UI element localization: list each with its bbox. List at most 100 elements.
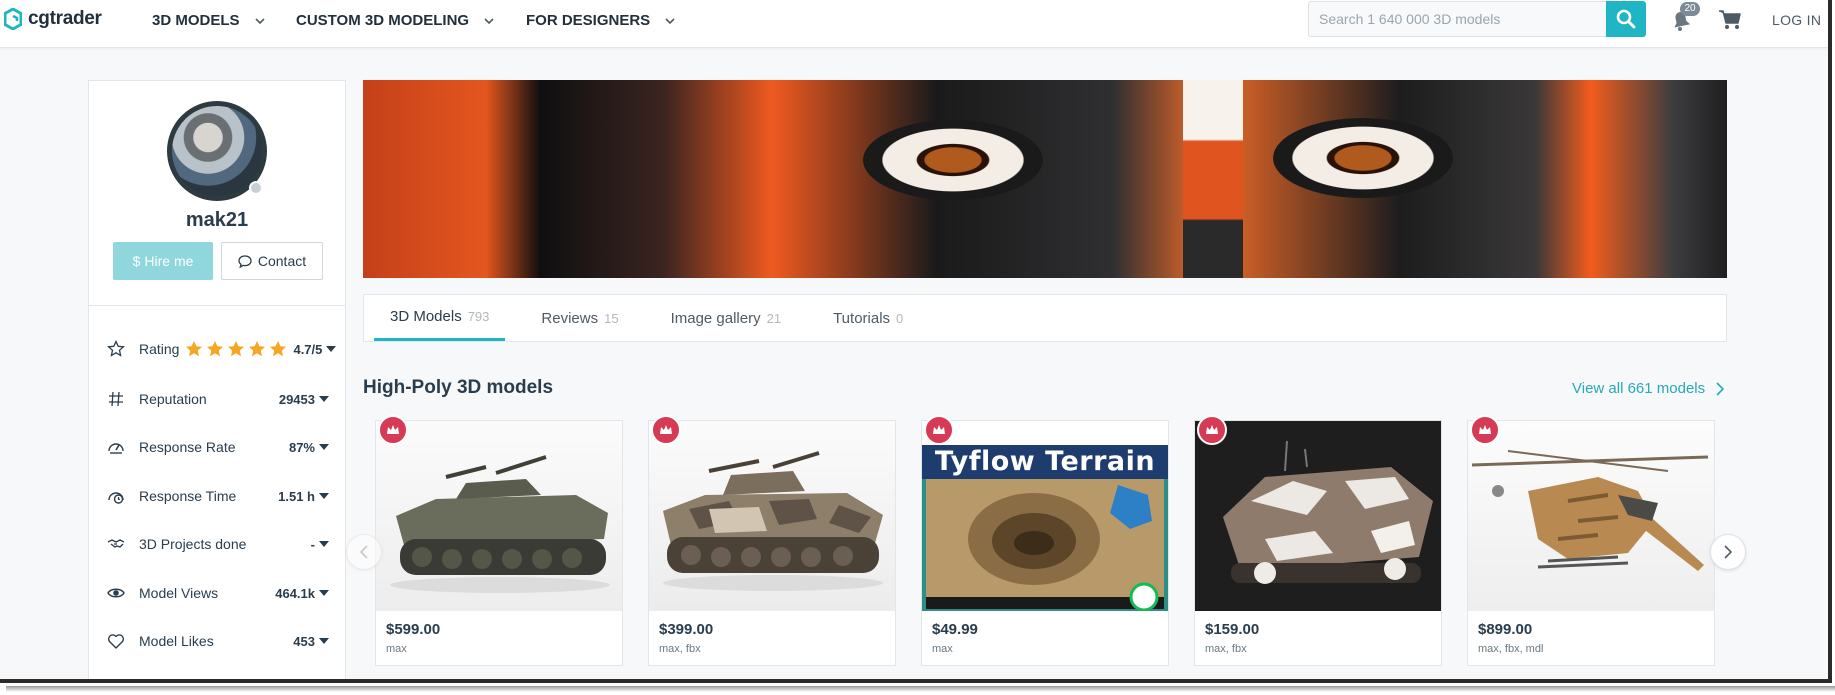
tab-label: 3D Models <box>390 308 462 325</box>
banner-eye-right <box>1273 118 1453 198</box>
tab-count: 0 <box>896 310 904 326</box>
contact-label: Contact <box>257 253 307 269</box>
crown-icon <box>1479 425 1491 434</box>
tab-count: 15 <box>604 310 619 326</box>
model-formats: max <box>386 643 407 655</box>
featured-badge <box>1470 415 1500 445</box>
tab-count: 793 <box>467 309 490 324</box>
tab-image-gallery[interactable]: Image gallery 21 <box>655 295 798 341</box>
stat-value: 29453 <box>279 392 329 407</box>
stat-value: 453 <box>293 634 329 649</box>
stat-projects-done[interactable]: 3D Projects done - <box>107 532 329 556</box>
nav-label: 3D MODELS <box>152 12 240 29</box>
nav-custom-3d-modeling[interactable]: CUSTOM 3D MODELING <box>296 12 495 29</box>
hire-me-button[interactable]: $ Hire me <box>113 242 213 280</box>
tab-label: Reviews <box>541 309 599 327</box>
model-card[interactable]: $899.00 max, fbx, mdl <box>1467 415 1715 666</box>
model-thumbnail[interactable] <box>1195 421 1441 611</box>
tab-reviews[interactable]: Reviews 15 <box>525 295 634 341</box>
stat-reputation[interactable]: Reputation 29453 <box>107 387 329 411</box>
crown-icon <box>1206 425 1218 434</box>
tab-label: Tutorials <box>833 309 891 327</box>
nav-label: FOR DESIGNERS <box>526 12 651 29</box>
hash-icon <box>109 391 123 407</box>
overlay-title: Tyflow Terrain <box>934 446 1156 477</box>
stat-response-rate[interactable]: Response Rate 87% <box>107 435 329 459</box>
featured-badge <box>924 415 954 445</box>
username: mak21 <box>185 209 249 231</box>
tab-3d-models[interactable]: 3D Models 793 <box>374 295 506 341</box>
chevron-down-icon <box>254 17 265 24</box>
model-card[interactable]: Tyflow Terrain $49.99 max <box>921 415 1169 666</box>
profile-banner-image <box>363 80 1727 278</box>
view-all-link[interactable]: View all 661 models <box>1572 380 1725 397</box>
caret-down-icon <box>326 346 337 352</box>
stat-value: 464.1k <box>275 586 329 601</box>
window-shadow <box>6 686 1835 692</box>
chevron-right-icon <box>1724 545 1733 559</box>
stat-model-likes[interactable]: Model Likes 453 <box>107 629 329 653</box>
carousel-prev-button[interactable] <box>346 534 382 570</box>
stat-value: - <box>311 537 329 552</box>
tab-label: Image gallery <box>670 309 761 327</box>
login-link[interactable]: LOG IN <box>1772 12 1821 28</box>
caret-down-icon <box>319 444 329 450</box>
model-thumbnail[interactable] <box>376 421 622 611</box>
model-thumbnail[interactable]: Tyflow Terrain <box>922 421 1168 611</box>
model-card[interactable]: $399.00 max, fbx <box>648 415 896 666</box>
stat-model-views[interactable]: Model Views 464.1k <box>107 581 329 605</box>
star-filled-icon <box>186 341 203 357</box>
crown-icon <box>933 425 945 434</box>
featured-badge <box>378 415 408 445</box>
caret-down-icon <box>319 638 329 644</box>
helicopter-image <box>1471 450 1709 571</box>
caret-down-icon <box>319 396 329 402</box>
contact-button[interactable]: Contact <box>221 242 323 280</box>
star-filled-icon <box>207 341 224 357</box>
tank-image <box>390 455 610 593</box>
heart-icon <box>107 634 125 649</box>
model-thumbnail[interactable] <box>649 421 895 611</box>
crown-icon <box>387 425 399 434</box>
view-all-label: View all 661 models <box>1572 380 1706 397</box>
gauge-icon <box>108 443 124 454</box>
tab-count: 21 <box>766 310 782 326</box>
chevron-right-icon <box>1716 381 1725 396</box>
crown-icon <box>660 425 672 434</box>
timer-icon <box>108 492 124 504</box>
caret-down-icon <box>319 493 329 499</box>
stat-response-time[interactable]: Response Time 1.51 h <box>107 484 329 508</box>
profile-tabs: 3D Models 793 Reviews 15 Image gallery 2… <box>363 294 1727 342</box>
stat-label: Model Views <box>139 585 219 601</box>
model-price: $899.00 <box>1478 621 1533 638</box>
model-price: $599.00 <box>386 621 441 638</box>
nav-label: CUSTOM 3D MODELING <box>296 12 470 29</box>
model-formats: max, fbx <box>659 643 701 655</box>
search-button[interactable] <box>1606 1 1646 37</box>
model-formats: max, fbx, mdl <box>1478 643 1544 655</box>
stat-rating[interactable]: Rating 4.7/5 <box>107 337 337 361</box>
top-header: cgtrader 3D MODELS CUSTOM 3D MODELING FO… <box>0 0 1828 48</box>
featured-badge <box>1197 415 1227 445</box>
stat-value: 4.7/5 <box>293 342 337 357</box>
logo[interactable]: cgtrader <box>4 8 102 30</box>
cart-icon[interactable] <box>1718 9 1742 31</box>
handshake-icon <box>107 539 125 548</box>
stat-value: 1.51 h <box>278 489 329 504</box>
model-thumbnail[interactable] <box>1468 421 1714 611</box>
chevron-left-icon <box>359 545 368 559</box>
status-dot <box>249 181 263 195</box>
star-filled-icon <box>249 341 266 357</box>
search-input[interactable]: Search 1 640 000 3D models <box>1308 1 1608 37</box>
model-card[interactable]: $599.00 max <box>375 415 623 666</box>
nav-for-designers[interactable]: FOR DESIGNERS <box>526 12 676 29</box>
banner-eye-left <box>863 120 1043 200</box>
nav-3d-models[interactable]: 3D MODELS <box>152 12 266 29</box>
tab-tutorials[interactable]: Tutorials 0 <box>817 295 919 341</box>
caret-down-icon <box>319 590 329 596</box>
model-card[interactable]: $159.00 max, fbx <box>1194 415 1442 666</box>
chat-bubble-icon <box>238 254 252 268</box>
carousel-next-button[interactable] <box>1710 534 1746 570</box>
logo-text: cgtrader <box>28 8 102 29</box>
model-formats: max, fbx <box>1205 643 1247 655</box>
